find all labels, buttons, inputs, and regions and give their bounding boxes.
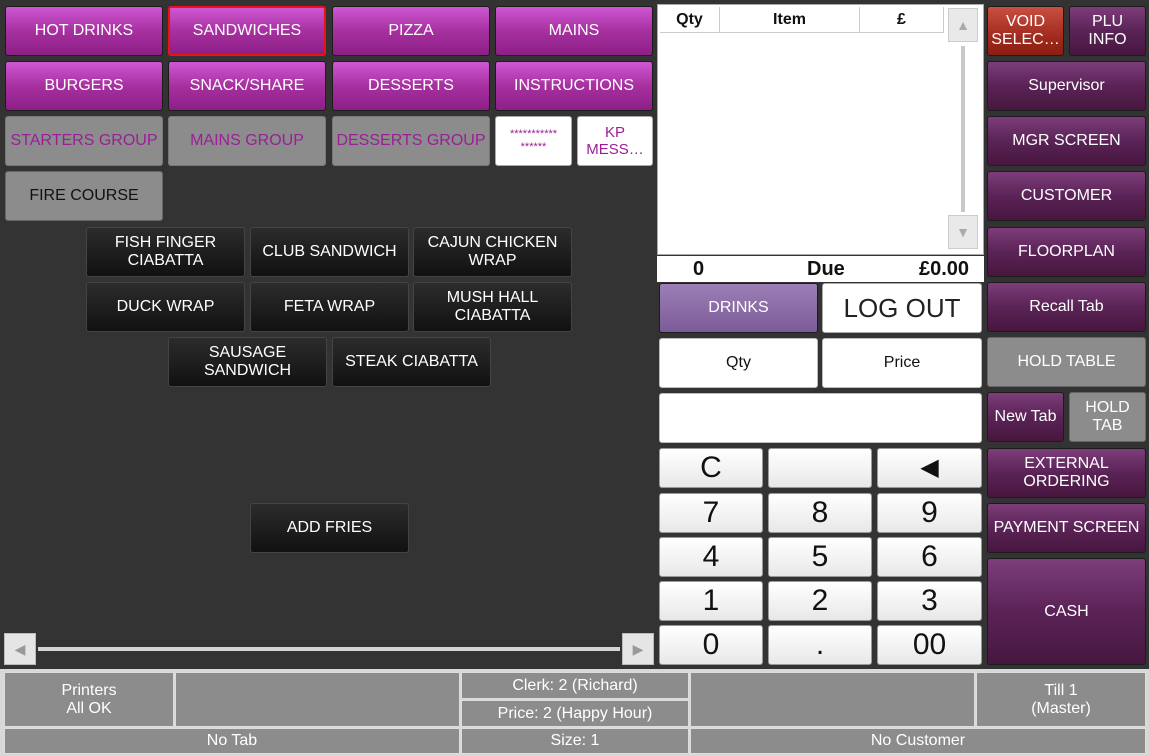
chevron-up-icon: ▲ bbox=[956, 17, 970, 33]
key-1[interactable]: 1 bbox=[659, 581, 763, 621]
kp-message-button[interactable]: KP MESS… bbox=[577, 116, 653, 166]
category-snack-share[interactable]: SNACK/SHARE bbox=[168, 61, 326, 111]
mains-group-button[interactable]: MAINS GROUP bbox=[168, 116, 326, 166]
key-9[interactable]: 9 bbox=[877, 493, 982, 533]
logout-button[interactable]: LOG OUT bbox=[822, 283, 982, 333]
recall-tab-button[interactable]: Recall Tab bbox=[987, 282, 1146, 332]
key-4[interactable]: 4 bbox=[659, 537, 763, 577]
customer-button[interactable]: CUSTOMER bbox=[987, 171, 1146, 221]
key-clear[interactable]: C bbox=[659, 448, 763, 488]
item-fish-finger-ciabatta[interactable]: FISH FINGER CIABATTA bbox=[86, 227, 245, 277]
drinks-button[interactable]: DRINKS bbox=[659, 283, 818, 333]
void-selection-button[interactable]: VOID SELEC… bbox=[987, 6, 1064, 56]
scroll-down-button[interactable]: ▼ bbox=[948, 215, 978, 249]
item-feta-wrap[interactable]: FETA WRAP bbox=[250, 282, 409, 332]
receipt-col-price: £ bbox=[860, 7, 944, 33]
key-0[interactable]: 0 bbox=[659, 625, 763, 665]
printers-status: Printers All OK bbox=[4, 672, 174, 727]
price-level-status: Price: 2 (Happy Hour) bbox=[461, 700, 689, 727]
key-2[interactable]: 2 bbox=[768, 581, 872, 621]
key-00[interactable]: 00 bbox=[877, 625, 982, 665]
customer-status: No Customer bbox=[690, 728, 1146, 754]
payment-screen-button[interactable]: PAYMENT SCREEN bbox=[987, 503, 1146, 553]
key-5[interactable]: 5 bbox=[768, 537, 872, 577]
new-tab-button[interactable]: New Tab bbox=[987, 392, 1064, 442]
item-mush-hall-ciabatta[interactable]: MUSH HALL CIABATTA bbox=[413, 282, 572, 332]
category-mains[interactable]: MAINS bbox=[495, 6, 653, 56]
qty-button[interactable]: Qty bbox=[659, 338, 818, 388]
desserts-group-button[interactable]: DESSERTS GROUP bbox=[332, 116, 490, 166]
category-burgers[interactable]: BURGERS bbox=[5, 61, 163, 111]
scroll-left-button[interactable]: ◀ bbox=[4, 633, 36, 665]
key-blank[interactable] bbox=[768, 448, 872, 488]
status-empty-2 bbox=[690, 672, 975, 727]
mgr-screen-button[interactable]: MGR SCREEN bbox=[987, 116, 1146, 166]
category-pizza[interactable]: PIZZA bbox=[332, 6, 490, 56]
item-cajun-chicken-wrap[interactable]: CAJUN CHICKEN WRAP bbox=[413, 227, 572, 277]
plu-info-button[interactable]: PLU INFO bbox=[1069, 6, 1146, 56]
fire-course-button[interactable]: FIRE COURSE bbox=[5, 171, 163, 221]
receipt-col-item: Item bbox=[720, 7, 860, 33]
key-backspace[interactable]: ◀ bbox=[877, 448, 982, 488]
category-hot-drinks[interactable]: HOT DRINKS bbox=[5, 6, 163, 56]
key-7[interactable]: 7 bbox=[659, 493, 763, 533]
due-amount: £0.00 bbox=[919, 258, 970, 280]
key-8[interactable]: 8 bbox=[768, 493, 872, 533]
supervisor-button[interactable]: Supervisor bbox=[987, 61, 1146, 111]
key-6[interactable]: 6 bbox=[877, 537, 982, 577]
item-sausage-sandwich[interactable]: SAUSAGE SANDWICH bbox=[168, 337, 327, 387]
clerk-status: Clerk: 2 (Richard) bbox=[461, 672, 689, 699]
receipt-scroll-track[interactable] bbox=[961, 46, 965, 212]
floorplan-button[interactable]: FLOORPLAN bbox=[987, 227, 1146, 277]
key-3[interactable]: 3 bbox=[877, 581, 982, 621]
hold-tab-button[interactable]: HOLD TAB bbox=[1069, 392, 1146, 442]
tab-status: No Tab bbox=[4, 728, 460, 754]
starters-group-button[interactable]: STARTERS GROUP bbox=[5, 116, 163, 166]
add-fries-button[interactable]: ADD FRIES bbox=[250, 503, 409, 553]
total-qty: 0 bbox=[693, 258, 705, 280]
category-desserts[interactable]: DESSERTS bbox=[332, 61, 490, 111]
till-status: Till 1 (Master) bbox=[976, 672, 1146, 727]
scroll-up-button[interactable]: ▲ bbox=[948, 8, 978, 42]
receipt-col-qty: Qty bbox=[660, 7, 720, 33]
status-empty-1 bbox=[175, 672, 460, 727]
key-decimal[interactable]: . bbox=[768, 625, 872, 665]
category-sandwiches[interactable]: SANDWICHES bbox=[168, 6, 326, 56]
entry-display[interactable] bbox=[659, 393, 982, 443]
chevron-left-icon: ◀ bbox=[14, 640, 26, 657]
scroll-right-button[interactable]: ▶ bbox=[622, 633, 654, 665]
receipt-scrollbar[interactable]: ▲ ▼ bbox=[946, 6, 980, 251]
total-bar: 0 Due £0.00 bbox=[657, 256, 984, 282]
masked-button[interactable]: *********** ****** bbox=[495, 116, 572, 166]
horizontal-scrollbar[interactable] bbox=[38, 647, 620, 651]
price-button[interactable]: Price bbox=[822, 338, 982, 388]
hold-table-button[interactable]: HOLD TABLE bbox=[987, 337, 1146, 387]
item-club-sandwich[interactable]: CLUB SANDWICH bbox=[250, 227, 409, 277]
due-label: Due bbox=[807, 258, 845, 280]
external-ordering-button[interactable]: EXTERNAL ORDERING bbox=[987, 448, 1146, 498]
item-steak-ciabatta[interactable]: STEAK CIABATTA bbox=[332, 337, 491, 387]
chevron-down-icon: ▼ bbox=[956, 224, 970, 240]
cash-button[interactable]: CASH bbox=[987, 558, 1146, 665]
receipt-panel: Qty Item £ bbox=[657, 4, 984, 255]
chevron-right-icon: ▶ bbox=[632, 640, 644, 657]
category-instructions[interactable]: INSTRUCTIONS bbox=[495, 61, 653, 111]
item-duck-wrap[interactable]: DUCK WRAP bbox=[86, 282, 245, 332]
backspace-icon: ◀ bbox=[920, 454, 939, 481]
size-status: Size: 1 bbox=[461, 728, 689, 754]
